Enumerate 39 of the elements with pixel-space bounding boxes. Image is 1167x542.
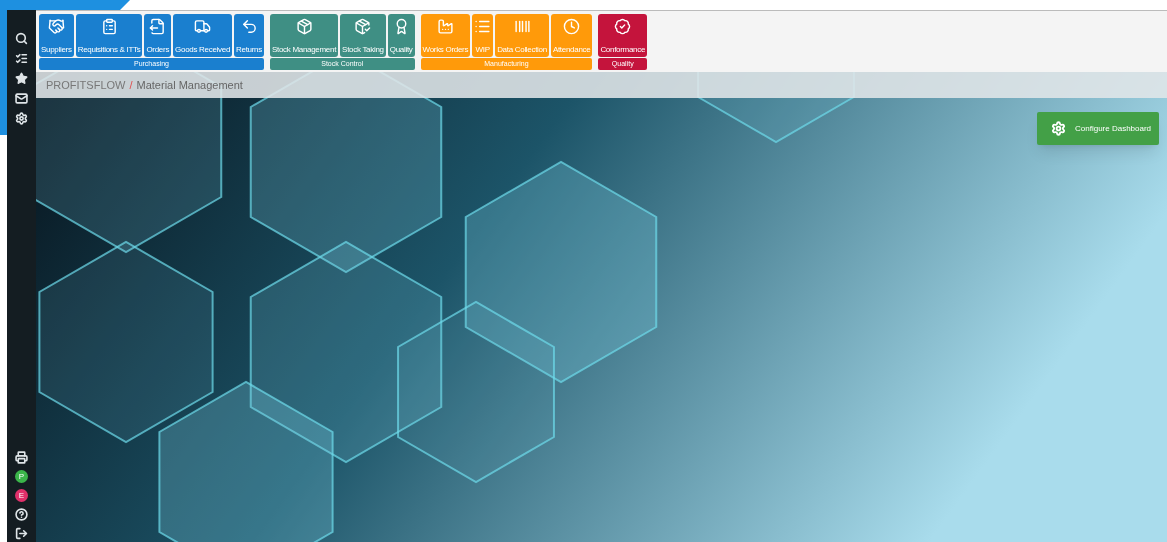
barcode-icon [513, 18, 531, 35]
help-icon[interactable] [15, 508, 28, 521]
document-arrow-icon [149, 18, 167, 35]
configure-dashboard-button[interactable]: Configure Dashboard [1037, 112, 1159, 145]
settings-icon [1051, 121, 1066, 136]
toolbar-button[interactable]: Orders [144, 14, 172, 57]
toolbar-button[interactable]: WIP [472, 14, 494, 57]
factory-icon [436, 18, 454, 35]
user-badge[interactable]: P [15, 470, 28, 483]
toolbar-button[interactable]: Conformance [598, 14, 648, 57]
checklist-icon[interactable] [15, 52, 28, 65]
breadcrumb-link[interactable]: PROFITSFLOW [46, 76, 126, 94]
package-icon [354, 18, 372, 35]
handshake-icon [47, 18, 65, 35]
return-arrow-icon [240, 18, 258, 35]
toolbar-button[interactable]: Goods Received [173, 14, 233, 57]
search-icon[interactable] [15, 32, 28, 45]
clock-icon [563, 18, 581, 35]
toolbar-button[interactable]: Works Orders [420, 14, 471, 57]
toolbar-button[interactable]: Requisitions & ITTs [75, 14, 143, 57]
toolbar-button[interactable]: Attendance [550, 14, 593, 57]
list-icon [474, 18, 492, 35]
truck-icon [194, 18, 212, 35]
breadcrumb-separator: / [129, 77, 133, 93]
mail-icon[interactable] [15, 92, 28, 105]
toolbar-button[interactable]: Returns [234, 14, 264, 57]
logout-icon[interactable] [15, 527, 28, 540]
user-badge[interactable]: E [15, 489, 28, 502]
package-icon [295, 18, 313, 35]
toolbar-button[interactable]: Quality [387, 14, 415, 57]
toolbar-button[interactable]: Data Collection [495, 14, 549, 57]
settings-icon[interactable] [15, 112, 28, 125]
star-icon[interactable] [15, 72, 28, 85]
toolbar-button[interactable]: Suppliers [39, 14, 74, 57]
toolbar-button[interactable]: Stock Taking [340, 14, 386, 57]
printer-icon[interactable] [15, 451, 28, 464]
clipboard-icon [100, 18, 118, 35]
toolbar-button[interactable]: Stock Management [269, 14, 339, 57]
breadcrumb-current: Material Management [136, 77, 243, 93]
